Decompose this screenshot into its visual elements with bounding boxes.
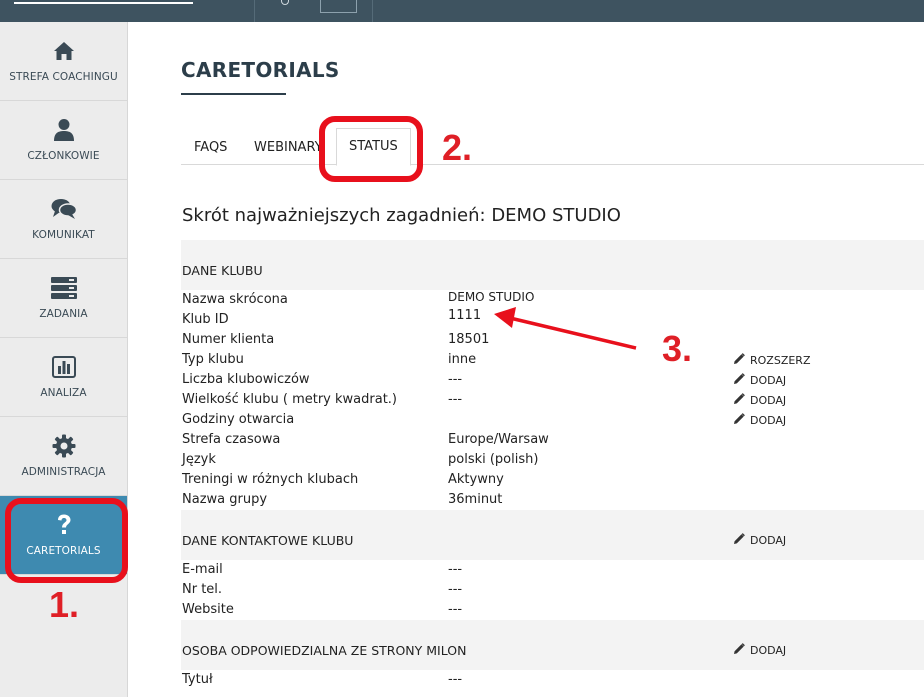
sidebar-item-strefa-coachingu[interactable]: STREFA COACHINGU xyxy=(0,22,127,101)
section-title: OSOBA ODPOWIEDZIALNA ZE STRONY MILON xyxy=(182,643,467,658)
topbar-indicator xyxy=(14,2,193,4)
sidebar-item-label: ADMINISTRACJA xyxy=(21,466,106,478)
pencil-icon xyxy=(733,413,745,428)
pencil-icon xyxy=(733,643,745,658)
field-label: Tytuł xyxy=(182,672,213,687)
add-member-count-button[interactable]: DODAJ xyxy=(733,373,786,388)
field-label: Liczba klubowiczów xyxy=(182,372,310,387)
field-label: Website xyxy=(182,602,234,617)
topbar-divider xyxy=(254,0,255,22)
user-icon xyxy=(0,117,127,143)
field-label: Strefa czasowa xyxy=(182,432,281,447)
pencil-icon xyxy=(733,353,745,368)
sidebar-item-label: ANALIZA xyxy=(40,387,87,399)
sidebar-item-zadania[interactable]: ZADANIA xyxy=(0,259,127,338)
section-title: DANE KONTAKTOWE KLUBU xyxy=(182,533,354,548)
tab-faqs[interactable]: FAQS xyxy=(194,140,227,155)
field-label: Typ klubu xyxy=(182,352,244,367)
field-value: --- xyxy=(448,562,463,577)
field-value: 1111 xyxy=(448,308,482,323)
section-header-contact: DANE KONTAKTOWE KLUBU xyxy=(181,510,924,560)
gear-icon xyxy=(0,433,127,459)
pencil-icon xyxy=(733,393,745,408)
pencil-icon xyxy=(733,373,745,388)
sidebar-item-label: KOMUNIKAT xyxy=(32,229,95,241)
sidebar-item-czlonkowie[interactable]: CZŁONKOWIE xyxy=(0,101,127,180)
section-title: DANE KLUBU xyxy=(182,263,263,278)
field-label: Nazwa skrócona xyxy=(182,292,288,307)
add-contact-button[interactable]: DODAJ xyxy=(733,533,786,548)
sidebar-item-label: STREFA COACHINGU xyxy=(9,71,118,83)
title-underline xyxy=(181,93,286,95)
action-label: DODAJ xyxy=(750,534,787,547)
summary-heading: Skrót najważniejszych zagadnień: DEMO ST… xyxy=(182,205,621,226)
section-header-responsible: OSOBA ODPOWIEDZIALNA ZE STRONY MILON xyxy=(181,620,924,670)
field-value: Europe/Warsaw xyxy=(448,432,549,447)
field-label: Nr tel. xyxy=(182,582,223,597)
field-value: --- xyxy=(448,582,463,597)
field-label: Treningi w różnych klubach xyxy=(182,472,359,487)
field-value: --- xyxy=(448,392,463,407)
annotation-number-3: 3. xyxy=(662,328,693,369)
field-value: inne xyxy=(448,352,477,367)
top-bar xyxy=(0,0,924,22)
section-header-club: DANE KLUBU xyxy=(181,240,924,290)
annotation-number-1: 1. xyxy=(49,584,80,625)
field-value: 18501 xyxy=(448,332,490,347)
topbar-button[interactable] xyxy=(320,0,357,13)
tasks-icon xyxy=(0,275,127,301)
sidebar-item-analiza[interactable]: ANALIZA xyxy=(0,338,127,417)
add-club-size-button[interactable]: DODAJ xyxy=(733,393,786,408)
field-label: Nazwa grupy xyxy=(182,492,268,507)
sidebar-item-label: ZADANIA xyxy=(39,308,88,320)
field-label: Godziny otwarcia xyxy=(182,412,295,427)
field-label: Wielkość klubu ( metry kwadrat.) xyxy=(182,392,397,407)
page-title: CARETORIALS xyxy=(181,58,340,82)
action-label: DODAJ xyxy=(750,414,787,427)
annotation-number-2: 2. xyxy=(442,127,473,168)
field-label: Język xyxy=(182,452,216,467)
field-value: --- xyxy=(448,372,463,387)
field-label: E-mail xyxy=(182,562,223,577)
field-value: Aktywny xyxy=(448,472,504,487)
pencil-icon xyxy=(733,533,745,548)
add-opening-hours-button[interactable]: DODAJ xyxy=(733,413,786,428)
annotation-highlight-1 xyxy=(5,498,128,583)
chat-icon xyxy=(0,196,127,222)
sidebar-item-administracja[interactable]: ADMINISTRACJA xyxy=(0,417,127,496)
sidebar-item-label: CZŁONKOWIE xyxy=(27,150,100,162)
field-label: Klub ID xyxy=(182,312,229,327)
home-icon xyxy=(0,38,127,64)
action-label: DODAJ xyxy=(750,394,787,407)
action-label: DODAJ xyxy=(750,644,787,657)
action-label: DODAJ xyxy=(750,374,787,387)
tab-webinary[interactable]: WEBINARY xyxy=(254,140,323,155)
field-value: polski (polish) xyxy=(448,452,539,467)
field-value: 36minut xyxy=(448,492,503,507)
topbar-divider xyxy=(372,0,373,22)
action-label: ROZSZERZ xyxy=(750,354,811,367)
expand-club-type-button[interactable]: ROZSZERZ xyxy=(733,353,810,368)
field-value: --- xyxy=(448,602,463,617)
field-value: DEMO STUDIO xyxy=(448,290,535,304)
annotation-highlight-2 xyxy=(319,116,423,182)
add-responsible-person-button[interactable]: DODAJ xyxy=(733,643,786,658)
field-value: --- xyxy=(448,672,463,687)
field-label: Numer klienta xyxy=(182,332,275,347)
tab-bar: FAQS WEBINARY STATUS xyxy=(181,124,924,166)
topbar-icon[interactable] xyxy=(281,0,289,5)
sidebar-item-komunikat[interactable]: KOMUNIKAT xyxy=(0,180,127,259)
bar-chart-icon xyxy=(0,354,127,380)
